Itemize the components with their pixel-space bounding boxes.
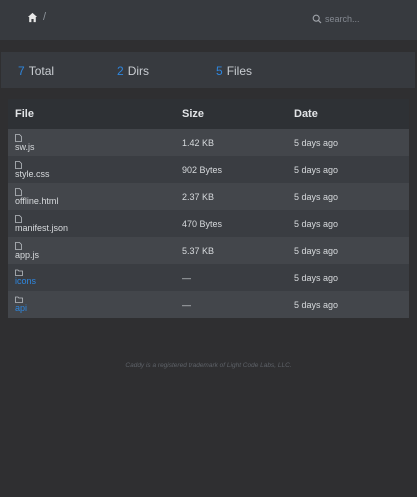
dirs-label: Dirs bbox=[127, 64, 150, 78]
file-table: File Size Date sw.js 1.42 KB 5 days ago … bbox=[8, 99, 409, 318]
search-box[interactable] bbox=[312, 9, 404, 29]
file-name-cell: manifest.json bbox=[15, 214, 175, 233]
folder-icon bbox=[15, 296, 175, 303]
dir-name-cell: icons bbox=[15, 269, 175, 286]
column-header-size[interactable]: Size bbox=[175, 99, 287, 129]
file-date: 5 days ago bbox=[294, 164, 339, 175]
file-icon bbox=[15, 214, 175, 223]
file-size: 1.42 KB bbox=[182, 137, 215, 148]
footer-text: Caddy is a registered trademark of Light… bbox=[125, 362, 292, 369]
file-link[interactable]: sw.js bbox=[15, 142, 35, 152]
table-row[interactable]: api — 5 days ago bbox=[8, 291, 409, 318]
dir-size: — bbox=[182, 299, 191, 310]
summary-bar: 7 Total 2 Dirs 5 Files bbox=[1, 52, 415, 88]
file-link[interactable]: app.js bbox=[15, 250, 39, 260]
file-name-cell: style.css bbox=[15, 160, 175, 179]
file-icon bbox=[15, 160, 175, 169]
file-icon bbox=[15, 133, 175, 142]
file-size: 2.37 KB bbox=[182, 191, 215, 202]
file-icon bbox=[15, 187, 175, 196]
table-header-row: File Size Date bbox=[8, 99, 409, 129]
file-size: 902 Bytes bbox=[182, 164, 223, 175]
search-input[interactable] bbox=[325, 14, 397, 24]
column-header-file[interactable]: File bbox=[8, 99, 175, 129]
dir-date: 5 days ago bbox=[294, 299, 339, 310]
file-link[interactable]: style.css bbox=[15, 169, 50, 179]
file-icon bbox=[15, 241, 175, 250]
folder-icon bbox=[15, 269, 175, 276]
file-name-cell: app.js bbox=[15, 241, 175, 260]
file-name-cell: offline.html bbox=[15, 187, 175, 206]
search-icon bbox=[312, 14, 322, 24]
file-link[interactable]: manifest.json bbox=[15, 223, 68, 233]
file-size: 5.37 KB bbox=[182, 245, 215, 256]
file-listing: File Size Date sw.js 1.42 KB 5 days ago … bbox=[8, 99, 409, 318]
total-stat: 7 Total bbox=[18, 64, 54, 78]
file-date: 5 days ago bbox=[294, 218, 339, 229]
breadcrumb: / bbox=[27, 11, 46, 23]
file-link[interactable]: offline.html bbox=[15, 196, 58, 206]
file-date: 5 days ago bbox=[294, 191, 339, 202]
dir-name-cell: api bbox=[15, 296, 175, 313]
files-label: Files bbox=[226, 64, 253, 78]
top-bar: / bbox=[0, 0, 417, 40]
dir-link[interactable]: icons bbox=[15, 276, 36, 286]
file-date: 5 days ago bbox=[294, 137, 339, 148]
table-row[interactable]: manifest.json 470 Bytes 5 days ago bbox=[8, 210, 409, 237]
table-row[interactable]: sw.js 1.42 KB 5 days ago bbox=[8, 129, 409, 156]
total-count: 7 bbox=[18, 64, 25, 78]
breadcrumb-separator: / bbox=[43, 11, 47, 23]
table-row[interactable]: icons — 5 days ago bbox=[8, 264, 409, 291]
dir-link[interactable]: api bbox=[15, 303, 27, 313]
dirs-stat: 2 Dirs bbox=[117, 64, 149, 78]
dir-date: 5 days ago bbox=[294, 272, 339, 283]
dir-size: — bbox=[182, 272, 191, 283]
table-row[interactable]: style.css 902 Bytes 5 days ago bbox=[8, 156, 409, 183]
dirs-count: 2 bbox=[117, 64, 124, 78]
file-size: 470 Bytes bbox=[182, 218, 223, 229]
home-icon[interactable] bbox=[27, 12, 38, 23]
files-stat: 5 Files bbox=[216, 64, 252, 78]
total-label: Total bbox=[28, 64, 55, 78]
file-date: 5 days ago bbox=[294, 245, 339, 256]
table-row[interactable]: offline.html 2.37 KB 5 days ago bbox=[8, 183, 409, 210]
table-row[interactable]: app.js 5.37 KB 5 days ago bbox=[8, 237, 409, 264]
files-count: 5 bbox=[216, 64, 223, 78]
file-name-cell: sw.js bbox=[15, 133, 175, 152]
column-header-date[interactable]: Date bbox=[287, 99, 409, 129]
